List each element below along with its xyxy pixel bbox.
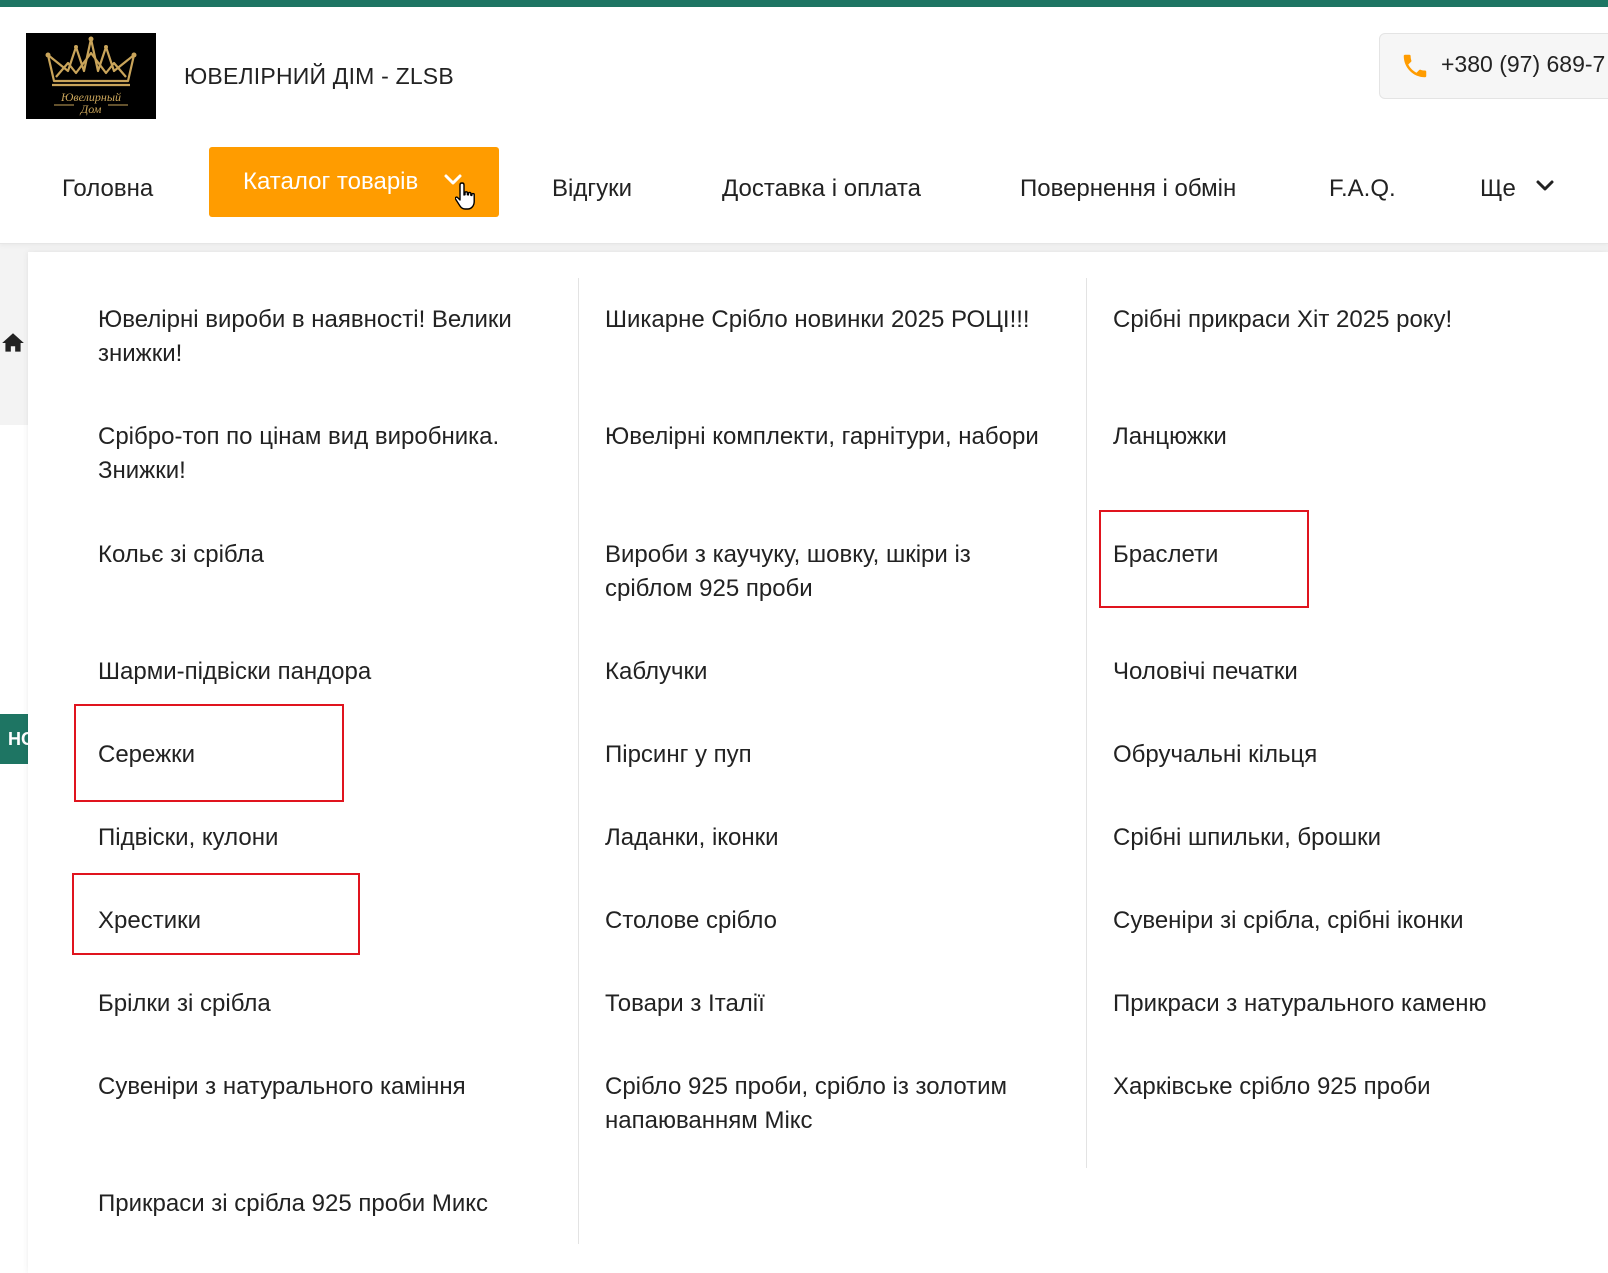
nav-catalog-label: Каталог товарів (243, 168, 419, 195)
crown-icon: Ювелирный Дом (45, 36, 137, 116)
logo-line2: Дом (80, 102, 102, 116)
catalog-link[interactable]: Прикраси зі срібла 925 проби Микс (98, 1187, 538, 1221)
pointer-cursor-icon (455, 182, 475, 210)
phone-contact[interactable]: +380 (97) 689-7 (1379, 33, 1608, 99)
site-header: Ювелирный Дом ЮВЕЛІРНИЙ ДІМ - ZLSB +380 … (0, 7, 1608, 244)
catalog-link-earrings[interactable]: Сережки (98, 738, 538, 772)
catalog-link[interactable]: Ладанки, іконки (605, 821, 1065, 855)
catalog-link[interactable]: Срібні прикраси Хіт 2025 року! (1113, 303, 1583, 337)
nav-catalog-button[interactable]: Каталог товарів (209, 147, 499, 217)
catalog-link[interactable]: Срібро-топ по цінам вид виробника. Знижк… (98, 420, 538, 488)
catalog-link[interactable]: Столове срібло (605, 904, 1065, 938)
catalog-link[interactable]: Ланцюжки (1113, 420, 1583, 454)
top-accent-bar (0, 0, 1608, 7)
logo[interactable]: Ювелирный Дом (26, 33, 156, 119)
catalog-link[interactable]: Сувеніри зі срібла, срібні іконки (1113, 904, 1583, 938)
catalog-link-bracelets[interactable]: Браслети (1113, 538, 1583, 572)
home-icon[interactable] (0, 330, 26, 356)
chevron-down-icon[interactable] (1535, 179, 1555, 193)
catalog-link[interactable]: Чоловічі печатки (1113, 655, 1583, 689)
catalog-link[interactable]: Шарми-підвіски пандора (98, 655, 538, 689)
catalog-link[interactable]: Обручальні кільця (1113, 738, 1583, 772)
catalog-link[interactable]: Сувеніри з натурального каміння (98, 1070, 538, 1104)
catalog-dropdown: Ювелірні вироби в наявності! Велики зниж… (28, 252, 1608, 1273)
phone-icon (1403, 54, 1427, 78)
background-panel (0, 425, 28, 1273)
catalog-link[interactable]: Ювелірні вироби в наявності! Велики зниж… (98, 303, 538, 371)
site-title: ЮВЕЛІРНИЙ ДІМ - ZLSB (184, 63, 454, 89)
column-divider (578, 278, 579, 1244)
catalog-link[interactable]: Ювелірні комплекти, гарнітури, набори (605, 420, 1065, 454)
nav-home[interactable]: Головна (62, 175, 153, 203)
catalog-link[interactable]: Підвіски, кулони (98, 821, 538, 855)
catalog-link[interactable]: Кольє зі срібла (98, 538, 538, 572)
catalog-link-crosses[interactable]: Хрестики (98, 904, 538, 938)
catalog-link[interactable]: Шикарне Срібло новинки 2025 РОЦІ!!! (605, 303, 1065, 337)
nav-reviews[interactable]: Відгуки (552, 175, 632, 203)
main-nav: Головна Каталог товарів Відгуки Доставка… (0, 147, 1608, 247)
catalog-link[interactable]: Брілки зі срібла (98, 987, 538, 1021)
nav-faq[interactable]: F.A.Q. (1329, 175, 1396, 203)
catalog-link[interactable]: Пірсинг у пуп (605, 738, 1065, 772)
catalog-link[interactable]: Харківське срібло 925 проби (1113, 1070, 1583, 1104)
side-tab[interactable]: НО (0, 714, 28, 764)
catalog-link[interactable]: Срібло 925 проби, срібло із золотим напа… (605, 1070, 1045, 1138)
catalog-link[interactable]: Товари з Італії (605, 987, 1065, 1021)
phone-number[interactable]: +380 (97) 689-7 (1441, 51, 1605, 78)
catalog-link[interactable]: Вироби з каучуку, шовку, шкіри із срібло… (605, 538, 1025, 606)
catalog-link[interactable]: Каблучки (605, 655, 1065, 689)
nav-more[interactable]: Ще (1480, 175, 1516, 203)
nav-delivery[interactable]: Доставка і оплата (722, 175, 921, 203)
column-divider (1086, 278, 1087, 1168)
catalog-link[interactable]: Прикраси з натурального каменю (1113, 987, 1583, 1021)
nav-returns[interactable]: Повернення і обмін (1020, 175, 1236, 203)
catalog-link[interactable]: Срібні шпильки, брошки (1113, 821, 1583, 855)
